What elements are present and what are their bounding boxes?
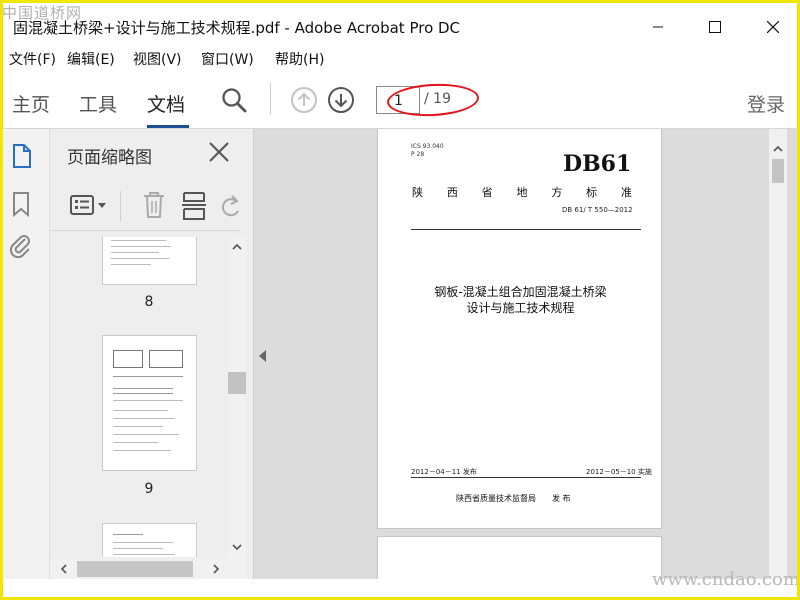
watermark-url: www.cndao.com	[652, 569, 800, 590]
thumbnail-toolbar	[50, 179, 240, 231]
thumbnails-panel: 页面缩略图 8 9	[50, 129, 254, 579]
thumbnail-page-8[interactable]	[102, 237, 197, 285]
thumbnail-horizontal-scrollbar[interactable]	[50, 559, 246, 579]
scroll-right-arrow-icon[interactable]	[212, 564, 220, 574]
thumbnail-scroll-thumb[interactable]	[228, 372, 246, 394]
maximize-icon	[709, 21, 721, 33]
close-panel-icon[interactable]	[208, 141, 230, 163]
delete-icon[interactable]	[142, 191, 166, 219]
active-tab-indicator	[147, 125, 189, 128]
toolbar: 主页 工具 文档 1 / 19 登录	[3, 71, 797, 129]
scroll-down-arrow-icon[interactable]	[232, 543, 242, 551]
close-icon	[767, 21, 779, 33]
insert-page-icon[interactable]	[182, 191, 208, 221]
tools-separator	[120, 191, 121, 221]
bookmark-icon[interactable]	[11, 191, 31, 217]
header-rule	[411, 229, 641, 230]
menu-view[interactable]: 视图(V)	[133, 49, 182, 69]
document-title-line2: 设计与施工技术规程	[466, 301, 575, 315]
issue-date: 2012－04－11 发布	[411, 468, 477, 476]
pdf-page-2	[377, 536, 662, 579]
watermark-logo: 中国道桥网	[2, 4, 83, 22]
tab-tools[interactable]: 工具	[79, 90, 117, 117]
title-bar: 固混凝土桥梁+设计与施工技术规程.pdf - Adobe Acrobat Pro…	[3, 3, 797, 45]
thumbnail-list: 8 9	[50, 237, 228, 557]
login-button[interactable]: 登录	[747, 90, 785, 117]
collapse-panel-icon[interactable]	[258, 349, 268, 363]
document-vertical-scrollbar[interactable]	[769, 129, 787, 579]
scroll-left-arrow-icon[interactable]	[60, 564, 68, 574]
menu-file[interactable]: 文件(F)	[9, 49, 56, 69]
maximize-button[interactable]	[700, 13, 730, 41]
menu-help[interactable]: 帮助(H)	[275, 49, 324, 69]
minimize-button[interactable]	[643, 13, 673, 41]
pdf-page-1: ICS 93.040 P 28 DB61 陕 西 省 地 方 标 准 DB 61…	[377, 129, 662, 529]
horizontal-scroll-thumb[interactable]	[77, 561, 193, 577]
document-view[interactable]: ICS 93.040 P 28 DB61 陕 西 省 地 方 标 准 DB 61…	[254, 129, 797, 579]
panel-title: 页面缩略图	[67, 148, 152, 168]
minimize-icon	[653, 26, 663, 28]
search-icon[interactable]	[221, 87, 247, 113]
ics-code: ICS 93.040 P 28	[411, 143, 444, 158]
tab-home[interactable]: 主页	[12, 90, 50, 117]
tab-document[interactable]: 文档	[147, 90, 185, 117]
thumbnail-vertical-scrollbar[interactable]	[228, 237, 246, 559]
attachment-icon[interactable]	[9, 233, 33, 259]
footer-rule	[411, 477, 641, 478]
rotate-icon[interactable]	[220, 193, 240, 219]
doc-scroll-up-arrow-icon[interactable]	[773, 145, 783, 153]
close-window-button[interactable]	[758, 13, 788, 41]
menu-window[interactable]: 窗口(W)	[201, 49, 254, 69]
menu-edit[interactable]: 编辑(E)	[67, 49, 115, 69]
document-title-line1: 钢板-混凝土组合加固混凝土桥梁	[434, 285, 607, 299]
implementation-date: 2012－05－10 实施	[586, 468, 652, 476]
publisher: 陕西省质量技术监督局 发 布	[456, 494, 571, 503]
page-up-icon[interactable]	[290, 86, 318, 114]
toolbar-separator	[270, 83, 271, 115]
thumbnail-label-8: 8	[144, 294, 154, 310]
page-down-icon[interactable]	[327, 86, 355, 114]
document-scroll-thumb[interactable]	[772, 159, 784, 183]
page-thumbnails-icon[interactable]	[11, 143, 33, 169]
menu-bar: 文件(F) 编辑(E) 视图(V) 窗口(W) 帮助(H)	[3, 45, 797, 71]
standard-code: DB61	[563, 151, 632, 177]
thumbnail-page-9[interactable]	[102, 335, 197, 471]
standard-type-line: 陕 西 省 地 方 标 准	[412, 186, 632, 199]
scroll-up-arrow-icon[interactable]	[232, 243, 242, 251]
thumbnail-label-9: 9	[144, 481, 154, 497]
navigation-pane-strip	[3, 129, 50, 579]
standard-number: DB 61/ T 550—2012	[562, 206, 633, 214]
options-menu-icon[interactable]	[70, 195, 108, 217]
thumbnail-page-10[interactable]	[102, 523, 197, 557]
